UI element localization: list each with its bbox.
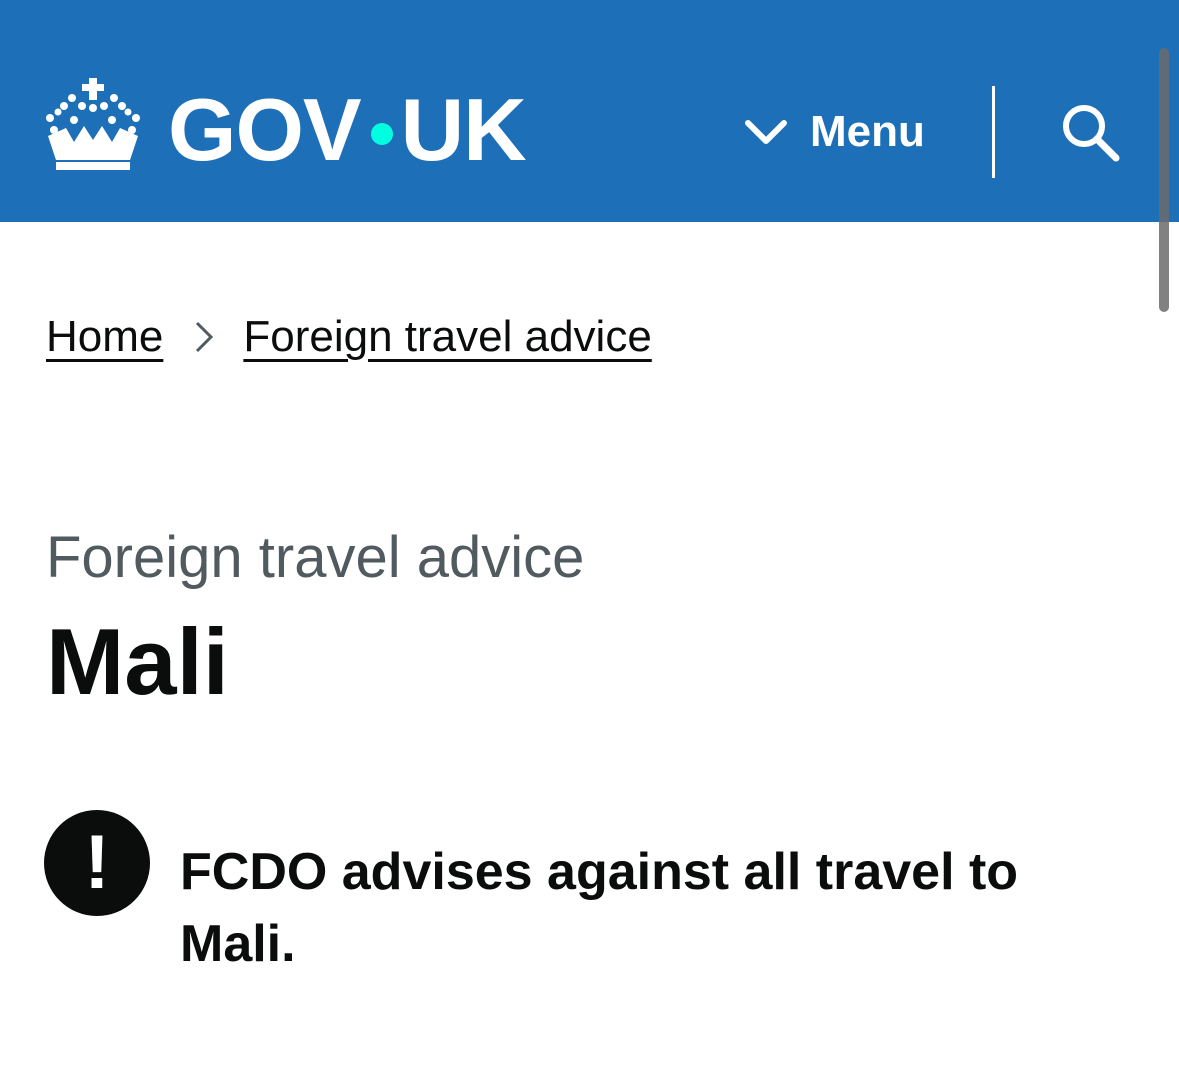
warning-text: FCDO advises against all travel to Mali.: [180, 843, 1019, 973]
breadcrumb-foreign-travel-advice-link[interactable]: Foreign travel advice: [243, 312, 651, 362]
chevron-down-icon: [745, 120, 787, 144]
crown-icon: [46, 78, 140, 170]
warning-icon: !: [44, 810, 150, 916]
chevron-right-icon: [196, 321, 214, 353]
header-divider: [992, 86, 995, 178]
breadcrumb: Home Foreign travel advice: [46, 312, 652, 362]
page-title: Mali: [46, 609, 229, 714]
logo-dot: [370, 123, 393, 145]
logo-text-gov: GOV: [168, 80, 362, 179]
page-caption: Foreign travel advice: [46, 525, 585, 590]
logo-text-uk: UK: [400, 80, 527, 179]
menu-button[interactable]: Menu: [744, 100, 925, 164]
scrollbar[interactable]: [1159, 48, 1169, 312]
site-header: GOV UK Menu: [0, 0, 1179, 222]
breadcrumb-home-link[interactable]: Home: [46, 312, 163, 362]
menu-label: Menu: [810, 107, 925, 156]
govuk-logo: GOV UK: [168, 80, 527, 179]
search-icon[interactable]: [1058, 100, 1122, 164]
